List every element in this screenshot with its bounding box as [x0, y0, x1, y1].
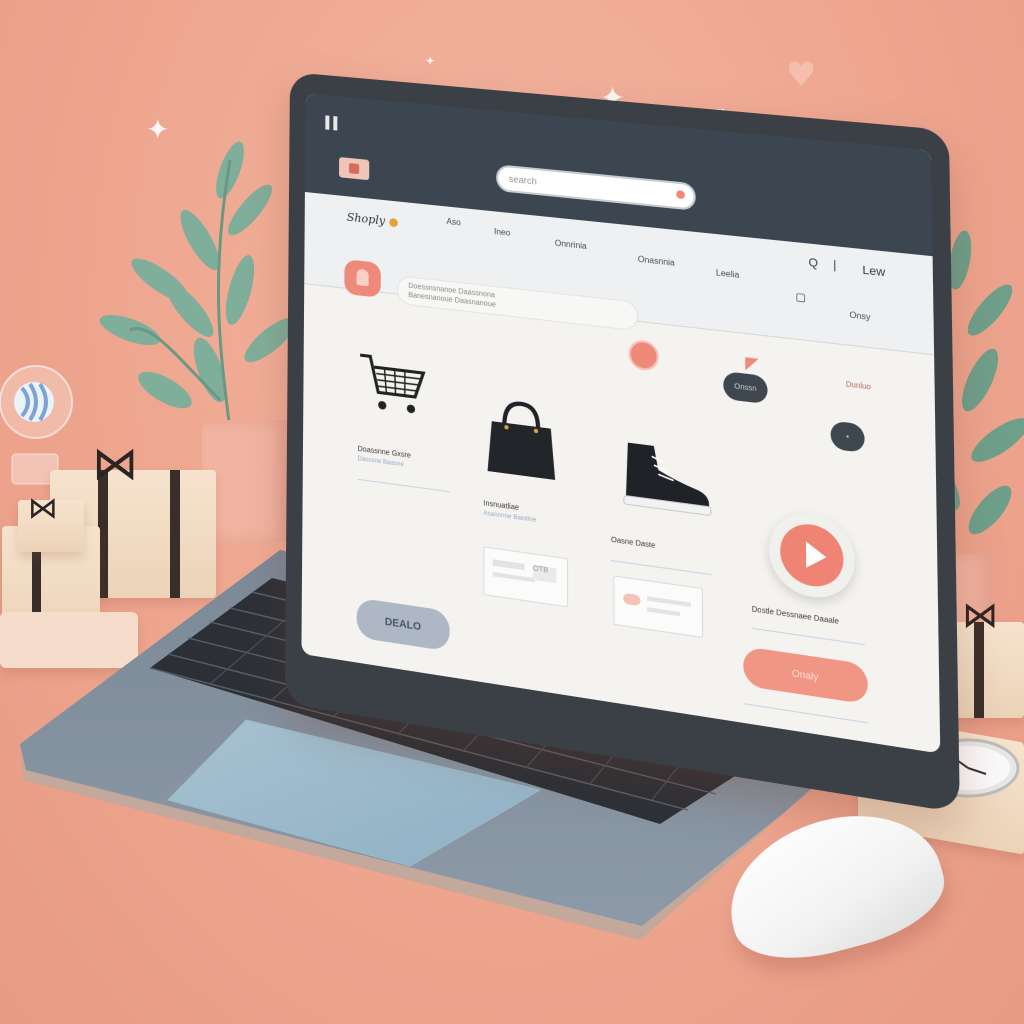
search-icon[interactable]: Q: [808, 256, 818, 270]
square-button[interactable]: ▪: [830, 420, 865, 453]
bow-icon: ⋈: [962, 595, 998, 636]
nav-account[interactable]: Lew: [862, 264, 885, 279]
cart-icon[interactable]: ▢: [795, 291, 806, 304]
play-icon[interactable]: [768, 508, 856, 604]
user-icon[interactable]: [344, 259, 381, 298]
divider: [751, 627, 865, 646]
divider: [611, 560, 712, 576]
search-icon[interactable]: [676, 189, 685, 200]
thumb-text: OTB: [532, 565, 557, 584]
plant-left: [70, 100, 310, 440]
thumbnail[interactable]: [613, 575, 704, 639]
handbag-icon[interactable]: [483, 395, 559, 494]
heart-icon: ♥: [786, 55, 817, 95]
sparkle-icon: ✦: [425, 54, 436, 68]
screen: search Shoply ● Aso Ineo Onnrinia Onasnn…: [301, 93, 941, 754]
glass-globe: [0, 358, 80, 488]
divider: [743, 703, 869, 724]
store-icon: [338, 156, 370, 181]
menu-icon[interactable]: [325, 115, 343, 131]
shopping-cart-icon[interactable]: [358, 351, 430, 427]
deal-button[interactable]: DEALO: [356, 597, 450, 652]
thumbnail[interactable]: OTB: [483, 546, 569, 608]
search-button[interactable]: [628, 338, 659, 372]
nav-item[interactable]: Ineo: [494, 227, 510, 238]
laptop-lid: search Shoply ● Aso Ineo Onnrinia Onasnn…: [284, 72, 960, 814]
product-sub: Asasnnne Baiotlne: [483, 510, 537, 525]
sneaker-icon[interactable]: [621, 438, 713, 528]
bow-icon: ⋈: [28, 491, 58, 526]
tag-label: Dunluo: [845, 381, 871, 392]
pin-icon: ◤: [745, 354, 759, 375]
divider: |: [833, 258, 837, 273]
product-label: Dostle Dessnaee Daaale: [751, 605, 839, 627]
search-placeholder: search: [508, 173, 537, 187]
primary-button[interactable]: Onaly: [743, 646, 868, 705]
nav-item[interactable]: Aso: [446, 217, 460, 228]
product-label: Oasne Daste: [610, 536, 656, 551]
divider: [357, 478, 450, 493]
bow-icon: ⋈: [92, 436, 138, 490]
pill-button[interactable]: Onssn: [723, 371, 768, 405]
